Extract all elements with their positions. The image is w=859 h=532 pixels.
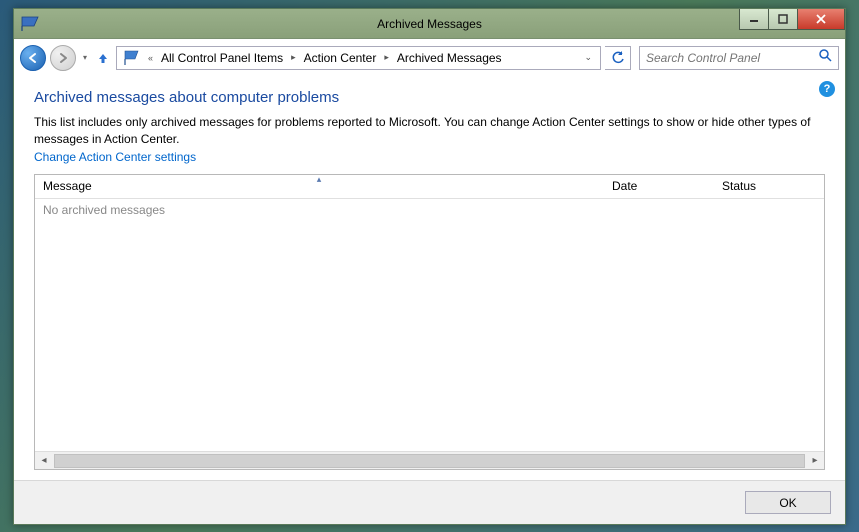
minimize-button[interactable]	[739, 9, 769, 30]
scroll-right-button[interactable]: ▸	[806, 453, 824, 469]
chevron-right-icon[interactable]: ▸	[379, 47, 394, 69]
window-title: Archived Messages	[14, 17, 845, 31]
address-bar[interactable]: « All Control Panel Items ▸ Action Cente…	[116, 46, 601, 70]
ok-button[interactable]: OK	[745, 491, 831, 514]
dialog-footer: OK	[14, 480, 845, 524]
window-controls	[740, 9, 845, 30]
column-message[interactable]: Message ▴	[35, 175, 604, 198]
flag-icon	[122, 49, 140, 67]
sort-ascending-icon: ▴	[317, 174, 322, 185]
column-status-label: Status	[722, 179, 756, 193]
help-icon[interactable]: ?	[819, 81, 835, 97]
page-description: This list includes only archived message…	[34, 114, 825, 148]
column-message-label: Message	[43, 179, 92, 193]
column-status[interactable]: Status	[714, 175, 824, 198]
address-dropdown[interactable]: ⌄	[578, 52, 598, 63]
close-button[interactable]	[797, 9, 845, 30]
search-input[interactable]	[646, 51, 818, 65]
empty-message: No archived messages	[43, 203, 165, 217]
titlebar[interactable]: Archived Messages	[14, 9, 845, 39]
column-date-label: Date	[612, 179, 637, 193]
breadcrumb-all-items[interactable]: All Control Panel Items	[158, 47, 286, 69]
breadcrumb-archived-messages[interactable]: Archived Messages	[394, 47, 505, 69]
page-heading: Archived messages about computer problem…	[34, 89, 825, 106]
refresh-button[interactable]	[605, 46, 631, 70]
breadcrumb-action-center[interactable]: Action Center	[301, 47, 380, 69]
history-dropdown[interactable]: ▾	[80, 53, 90, 62]
forward-button[interactable]	[50, 45, 76, 71]
search-box[interactable]	[639, 46, 839, 70]
horizontal-scrollbar[interactable]: ◂ ▸	[35, 451, 824, 469]
column-date[interactable]: Date	[604, 175, 714, 198]
search-icon[interactable]	[818, 48, 832, 67]
scroll-track[interactable]	[54, 454, 805, 468]
messages-list: Message ▴ Date Status No archived messag…	[34, 174, 825, 470]
navigation-toolbar: ▾ « All Control Panel Items ▸ Action Cen…	[14, 39, 845, 75]
breadcrumb-root[interactable]: «	[143, 47, 158, 69]
content-pane: ? Archived messages about computer probl…	[14, 75, 845, 480]
maximize-button[interactable]	[768, 9, 798, 30]
change-settings-link[interactable]: Change Action Center settings	[34, 150, 825, 164]
back-button[interactable]	[20, 45, 46, 71]
app-icon	[20, 14, 40, 34]
list-body: No archived messages	[35, 199, 824, 451]
chevron-right-icon[interactable]: ▸	[286, 47, 301, 69]
up-button[interactable]	[94, 47, 112, 69]
list-header: Message ▴ Date Status	[35, 175, 824, 199]
scroll-left-button[interactable]: ◂	[35, 453, 53, 469]
window-frame: Archived Messages ▾ «	[13, 8, 846, 525]
